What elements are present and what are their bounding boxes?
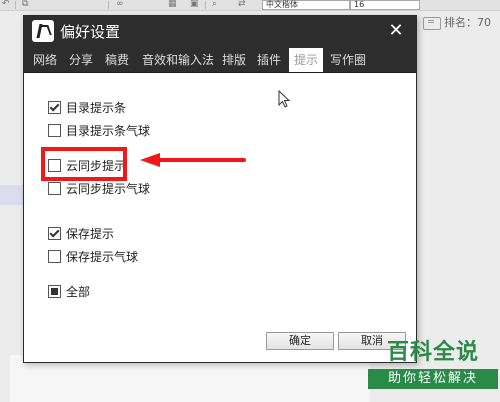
app-logo-icon: [32, 20, 54, 42]
dialog-title: 偏好设置: [60, 23, 121, 41]
option-label: 全部: [66, 285, 91, 299]
checkbox-checked[interactable]: [48, 101, 61, 114]
option-label: 保存提示: [66, 227, 115, 241]
checkbox-checked[interactable]: [48, 227, 61, 240]
watermark-subtitle: 助你轻松解决: [368, 369, 498, 389]
preferences-dialog: 偏好设置 ✕ 网络 分享 稿费 音效和输入法 排版 插件 提示 写作圈 目录提示…: [23, 15, 417, 363]
option-label: 保存提示气球: [66, 250, 139, 264]
checkbox[interactable]: [48, 250, 61, 263]
watermark-title: 百科全说: [386, 340, 479, 365]
rank-label: 排名：70: [444, 16, 491, 29]
close-icon[interactable]: ✕: [384, 20, 408, 42]
picture-icon[interactable]: ▣: [190, 0, 199, 9]
arrow-head-icon: [140, 153, 160, 167]
image-icon[interactable]: ▦: [168, 0, 177, 9]
option-toc-tip-balloon[interactable]: 目录提示条气球: [48, 123, 150, 139]
toolbar-separator: [108, 1, 109, 9]
tab-network[interactable]: 网络: [33, 48, 57, 72]
comment-icon: [423, 16, 441, 30]
link-icon[interactable]: ∞: [116, 0, 124, 9]
search-icon[interactable]: ⌕: [212, 0, 217, 9]
toolbar-separator: [15, 1, 16, 9]
tab-writing-circle[interactable]: 写作圈: [330, 48, 366, 72]
background-selection: [0, 185, 23, 205]
copy-icon[interactable]: ⧉: [22, 0, 28, 9]
replace-icon[interactable]: ⇄: [238, 0, 246, 9]
arrow-line: [158, 158, 246, 162]
option-label: 目录提示条气球: [66, 124, 151, 138]
option-label: 云同步提示气球: [66, 182, 151, 196]
tab-layout[interactable]: 排版: [222, 48, 246, 72]
tab-sound-input[interactable]: 音效和输入法: [142, 48, 214, 72]
tab-plugins[interactable]: 插件: [257, 48, 281, 72]
rank-indicator: 排名：70: [423, 14, 491, 30]
tab-royalty[interactable]: 稿费: [105, 48, 129, 72]
checkbox[interactable]: [48, 124, 61, 137]
background-toolbar: ↶ ⧉ ∞ ▦ ▣ ⌕ ⇄ 中文楷体 16: [0, 0, 500, 11]
option-label: 目录提示条: [66, 101, 127, 115]
ok-button[interactable]: 确定: [266, 332, 334, 350]
tab-tips[interactable]: 提示: [289, 48, 324, 72]
font-size-select[interactable]: 16: [350, 0, 420, 10]
toolbar-separator: [205, 1, 206, 9]
font-family-select[interactable]: 中文楷体: [262, 0, 350, 10]
option-toc-tip[interactable]: 目录提示条: [48, 100, 126, 116]
tab-share[interactable]: 分享: [69, 48, 93, 72]
option-save-tip-balloon[interactable]: 保存提示气球: [48, 249, 138, 265]
highlight-box: [41, 147, 127, 181]
option-all[interactable]: 全部: [48, 284, 90, 300]
option-save-tip[interactable]: 保存提示: [48, 226, 114, 242]
option-cloud-sync-tip-balloon[interactable]: 云同步提示气球: [48, 181, 150, 197]
mouse-cursor-icon: [278, 90, 291, 108]
checkbox[interactable]: [48, 182, 61, 195]
undo-icon[interactable]: ↶: [2, 0, 10, 9]
tab-bar: 网络 分享 稿费 音效和输入法 排版 插件 提示 写作圈: [24, 48, 416, 73]
watermark: 百科全说 助你轻松解决: [368, 340, 498, 400]
checkbox-partial[interactable]: [48, 285, 61, 298]
dialog-titlebar[interactable]: 偏好设置 ✕: [24, 16, 416, 48]
